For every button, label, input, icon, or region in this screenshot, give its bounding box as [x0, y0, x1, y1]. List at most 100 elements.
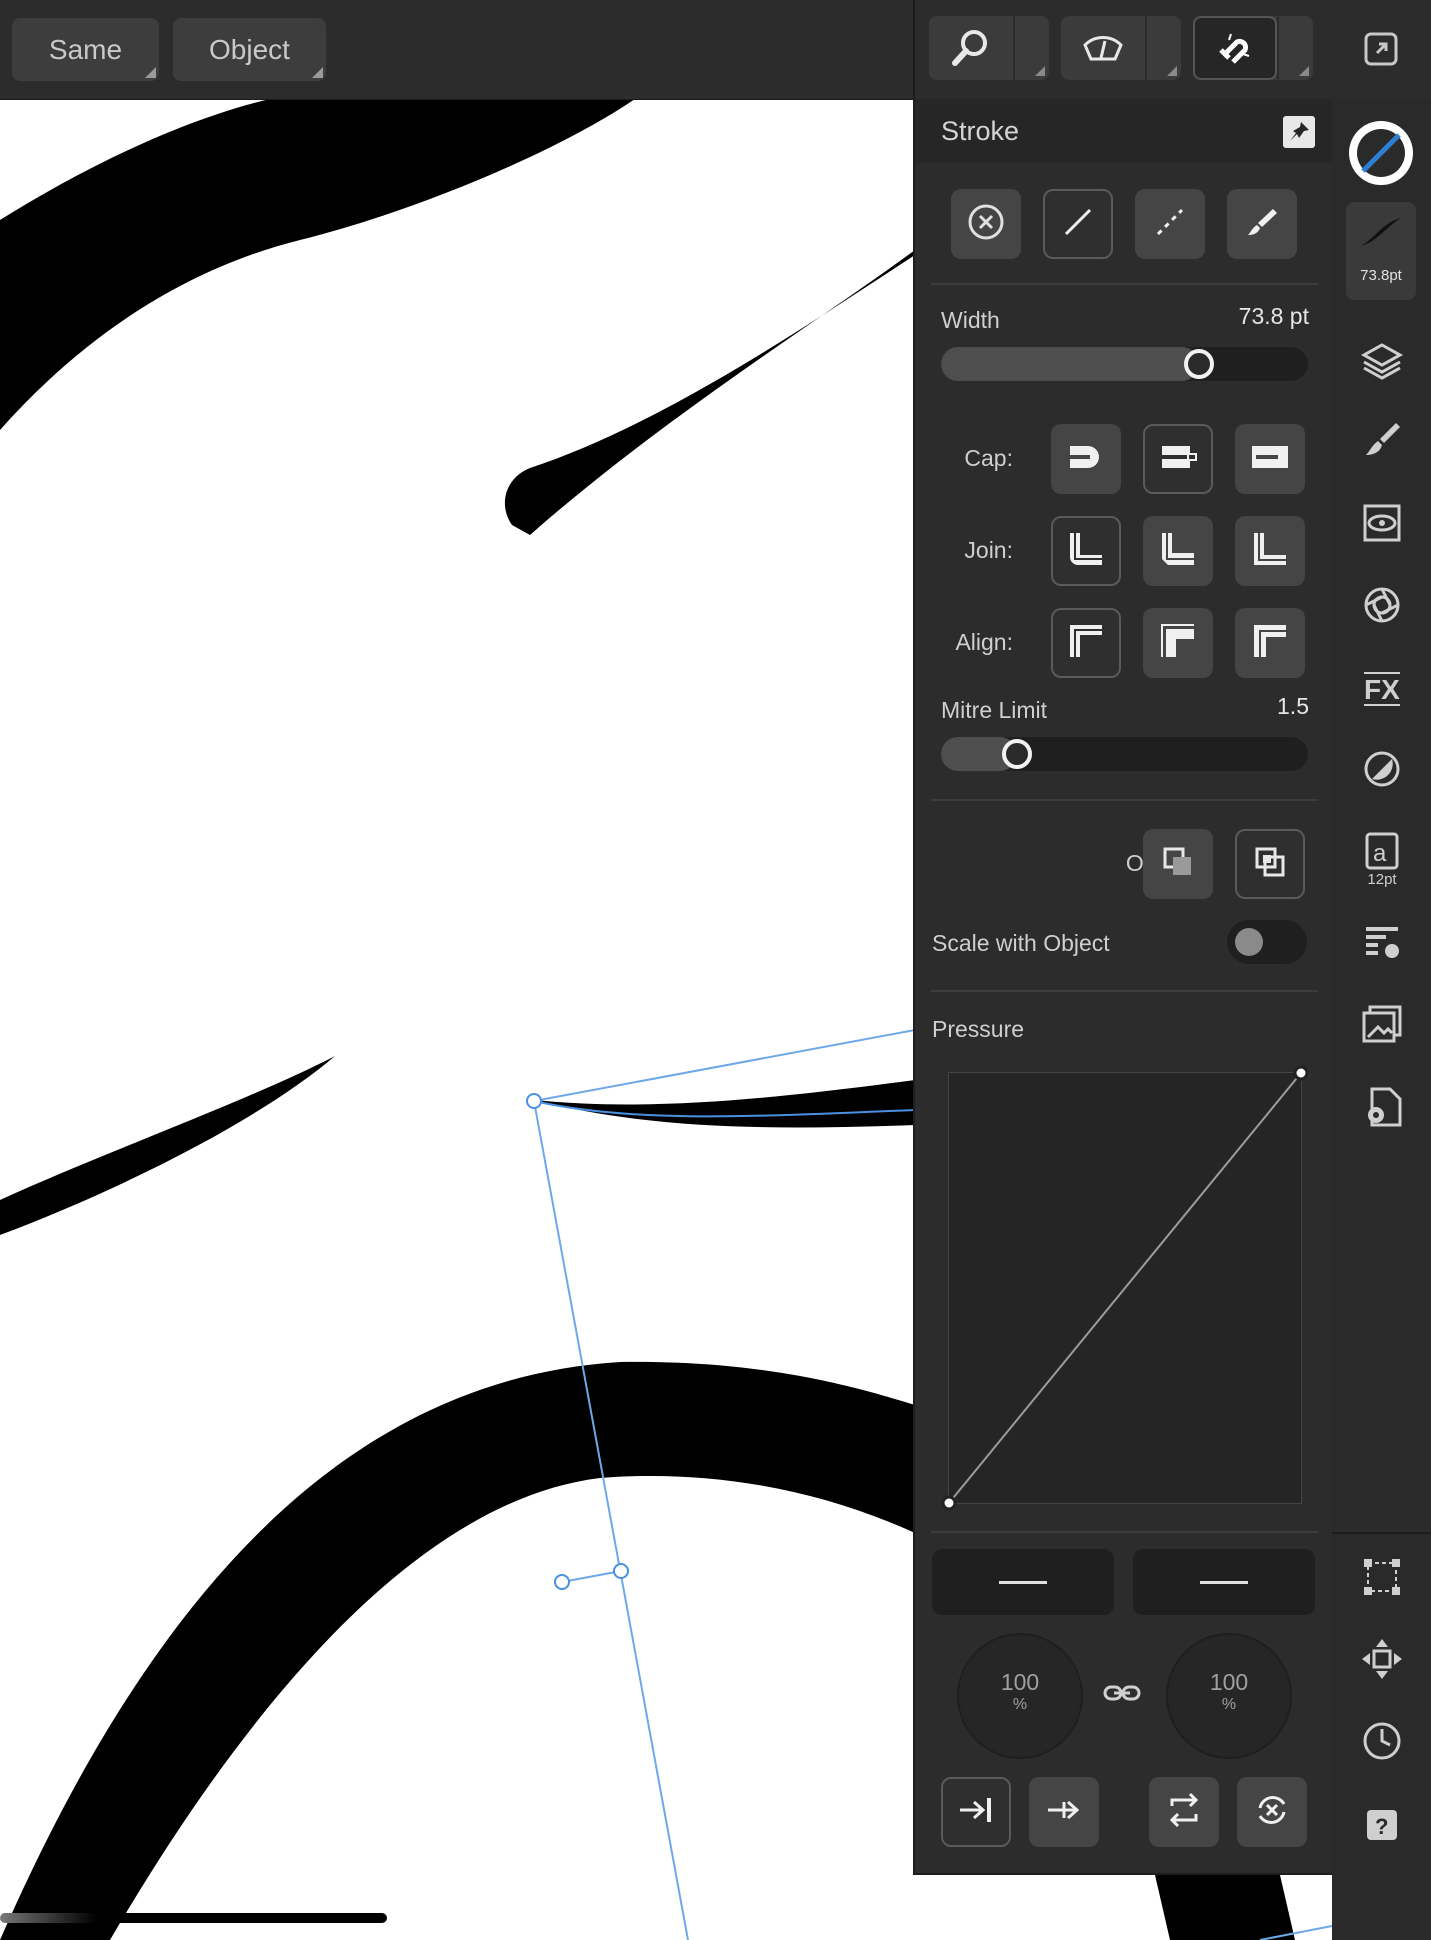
align-center-icon: [1066, 621, 1106, 666]
dial-value: 100: [1209, 1669, 1249, 1695]
pressure-graph[interactable]: [941, 1065, 1309, 1511]
square-cap-icon: [1250, 442, 1290, 477]
scale-with-object-toggle[interactable]: [1227, 920, 1307, 964]
history-icon[interactable]: [1356, 1715, 1408, 1767]
home-indicator: [0, 1913, 387, 1923]
stroke-panel-header: Stroke: [915, 99, 1334, 163]
zoom-icon[interactable]: [929, 16, 1013, 80]
round-join-button[interactable]: [1143, 516, 1213, 586]
studio-rail: 73.8pt FX a 12pt ?: [1332, 99, 1431, 1940]
transparency-icon[interactable]: [1356, 579, 1408, 631]
fullscreen-icon[interactable]: [1363, 31, 1399, 67]
arrow-align-beyond-button[interactable]: [1029, 1777, 1099, 1847]
align-inside-button[interactable]: [1143, 608, 1213, 678]
svg-text:?: ?: [1375, 1814, 1388, 1839]
move-navigator-icon[interactable]: [1356, 1633, 1408, 1685]
select-same-button[interactable]: Same: [12, 18, 159, 81]
document-settings-icon[interactable]: [1356, 1081, 1408, 1133]
section-divider: [931, 283, 1318, 285]
stroke-behind-icon: [1161, 845, 1195, 884]
square-cap-button[interactable]: [1235, 424, 1305, 494]
stroke-front-icon: [1253, 845, 1287, 884]
width-slider-knob[interactable]: [1184, 349, 1214, 379]
align-outside-button[interactable]: [1235, 608, 1305, 678]
start-arrowhead-scale-dial[interactable]: 100 %: [957, 1633, 1083, 1759]
stroke-studio-tab[interactable]: 73.8pt: [1346, 202, 1416, 300]
toolbar-divider: [913, 0, 915, 99]
pin-icon[interactable]: [1283, 116, 1315, 148]
context-toolbar: Same Object: [0, 0, 1431, 100]
dropdown-corner-icon: [1167, 66, 1177, 76]
start-arrowhead-button[interactable]: [932, 1549, 1114, 1615]
width-slider[interactable]: [941, 347, 1308, 381]
pressure-node[interactable]: [1293, 1065, 1309, 1081]
brush-stroke-diagonal: [504, 250, 915, 535]
stroke-front-fill-button[interactable]: [1235, 829, 1305, 899]
snapping-group[interactable]: [1193, 16, 1313, 80]
link-icon[interactable]: [1102, 1681, 1142, 1705]
stroke-behind-fill-button[interactable]: [1143, 829, 1213, 899]
end-arrowhead-scale-dial[interactable]: 100 %: [1166, 1633, 1292, 1759]
stroke-color-swatch[interactable]: [1349, 121, 1413, 185]
no-stroke-icon: [966, 202, 1006, 247]
bevel-join-button[interactable]: [1235, 516, 1305, 586]
select-same-label: Same: [48, 33, 123, 65]
dashed-line-button[interactable]: [1135, 189, 1205, 259]
bevel-join-icon: [1250, 529, 1290, 574]
line-end-none-icon: [1200, 1580, 1248, 1584]
appearance-icon[interactable]: [1356, 497, 1408, 549]
view-mode-options-button[interactable]: [1145, 16, 1181, 80]
assets-icon[interactable]: [1356, 999, 1408, 1051]
arrow-align-end-button[interactable]: [941, 1777, 1011, 1847]
dropdown-corner-icon: [1035, 66, 1045, 76]
view-mode-icon[interactable]: [1061, 16, 1145, 80]
view-mode-group[interactable]: [1061, 16, 1181, 80]
node-handle[interactable]: [613, 1563, 629, 1579]
arrow-right-icon: [1044, 1790, 1084, 1835]
node-handle[interactable]: [526, 1093, 542, 1109]
round-cap-button[interactable]: [1143, 424, 1213, 494]
help-icon[interactable]: ?: [1356, 1799, 1408, 1851]
layers-icon[interactable]: [1356, 335, 1408, 387]
brush-stroke-button[interactable]: [1227, 189, 1297, 259]
mitre-limit-label: Mitre Limit: [941, 697, 1048, 723]
dial-unit: %: [1221, 1696, 1237, 1713]
no-stroke-button[interactable]: [951, 189, 1021, 259]
brush-stroke-bottom-right: [1155, 1875, 1295, 1940]
mitre-join-button[interactable]: [1051, 516, 1121, 586]
stroke-brush-icon: [1361, 218, 1401, 246]
brush-stroke-selected: [535, 1080, 915, 1128]
scale-with-object-label: Scale with Object: [932, 930, 1110, 956]
node-handle[interactable]: [554, 1574, 570, 1590]
end-arrowhead-button[interactable]: [1133, 1549, 1315, 1615]
butt-cap-icon: [1066, 442, 1106, 477]
text-styles-tab[interactable]: a 12pt: [1356, 823, 1408, 895]
color-picker-icon[interactable]: [1356, 743, 1408, 795]
select-object-button[interactable]: Object: [173, 18, 326, 81]
zoom-options-button[interactable]: [1013, 16, 1049, 80]
handle-line-down: [533, 1100, 689, 1940]
brushes-icon[interactable]: [1356, 415, 1408, 467]
arrow-to-line-icon: [956, 1790, 996, 1835]
brush-icon: [1242, 202, 1282, 247]
solid-line-button[interactable]: [1043, 189, 1113, 259]
reset-arrowheads-button[interactable]: [1237, 1777, 1307, 1847]
snapping-magnet-icon[interactable]: [1193, 16, 1277, 80]
mitre-slider-knob[interactable]: [1002, 739, 1032, 769]
effects-fx-icon[interactable]: FX: [1356, 661, 1408, 713]
svg-text:a: a: [1373, 840, 1387, 867]
snapping-options-button[interactable]: [1277, 16, 1313, 80]
dial-value: 100: [1000, 1669, 1040, 1695]
zoom-tool-group[interactable]: [929, 16, 1049, 80]
text-frame-icon[interactable]: [1356, 917, 1408, 969]
mitre-limit-slider[interactable]: [941, 737, 1308, 771]
align-center-button[interactable]: [1051, 608, 1121, 678]
pressure-node[interactable]: [941, 1495, 957, 1511]
butt-cap-button[interactable]: [1051, 424, 1121, 494]
swap-arrowheads-button[interactable]: [1149, 1777, 1219, 1847]
line-end-none-icon: [999, 1580, 1047, 1584]
section-divider: [931, 1531, 1318, 1533]
rail-divider: [1332, 1532, 1431, 1534]
dashed-line-icon: [1150, 202, 1190, 247]
transform-icon[interactable]: [1356, 1551, 1408, 1603]
